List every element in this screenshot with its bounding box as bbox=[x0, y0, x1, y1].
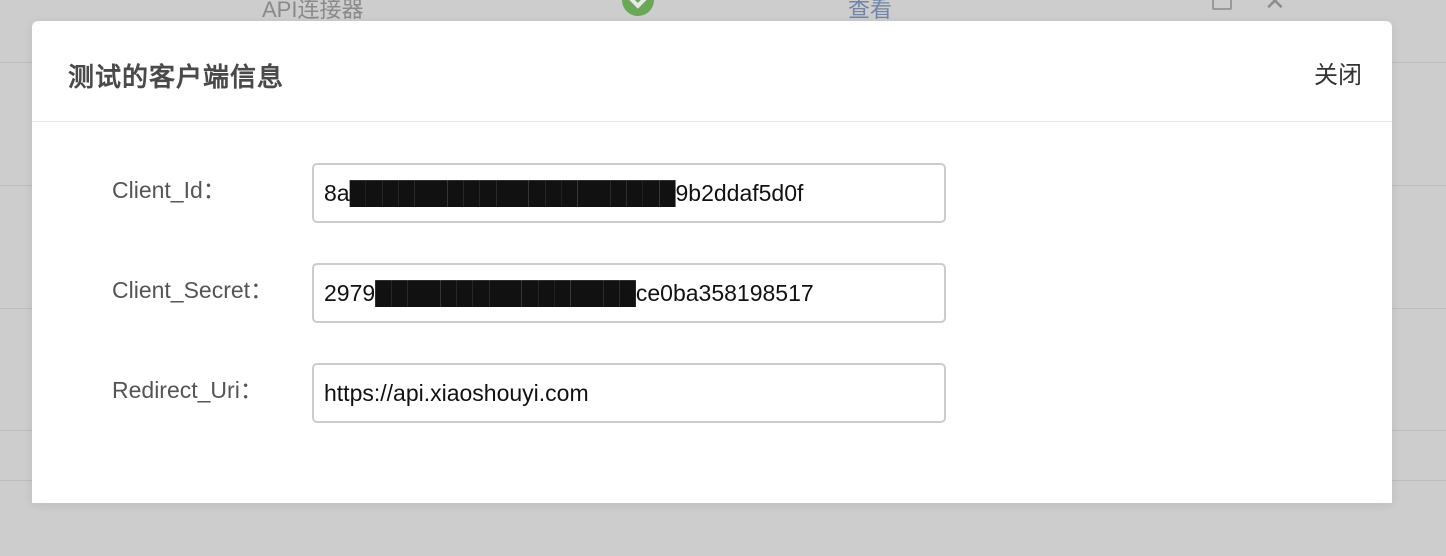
redirect-uri-field[interactable] bbox=[312, 363, 946, 423]
client-id-row: Client_Id： bbox=[32, 163, 1392, 223]
dialog-header: 测试的客户端信息 关闭 bbox=[32, 21, 1392, 122]
client-id-field[interactable] bbox=[312, 163, 946, 223]
client-id-label: Client_Id： bbox=[112, 177, 226, 203]
client-secret-field[interactable] bbox=[312, 263, 946, 323]
redirect-uri-row: Redirect_Uri： bbox=[32, 363, 1392, 423]
check-circle-icon bbox=[622, 0, 654, 16]
client-secret-row: Client_Secret： bbox=[32, 263, 1392, 323]
edit-icon[interactable] bbox=[1212, 0, 1232, 10]
dialog-title: 测试的客户端信息 bbox=[68, 62, 285, 92]
delete-icon[interactable]: ✕ bbox=[1264, 0, 1286, 17]
client-info-dialog: 测试的客户端信息 关闭 Client_Id： Client_Secret： Re… bbox=[32, 21, 1392, 503]
redirect-uri-label: Redirect_Uri： bbox=[112, 377, 263, 403]
client-secret-label: Client_Secret： bbox=[112, 277, 274, 303]
close-button[interactable]: 关闭 bbox=[1314, 55, 1362, 90]
